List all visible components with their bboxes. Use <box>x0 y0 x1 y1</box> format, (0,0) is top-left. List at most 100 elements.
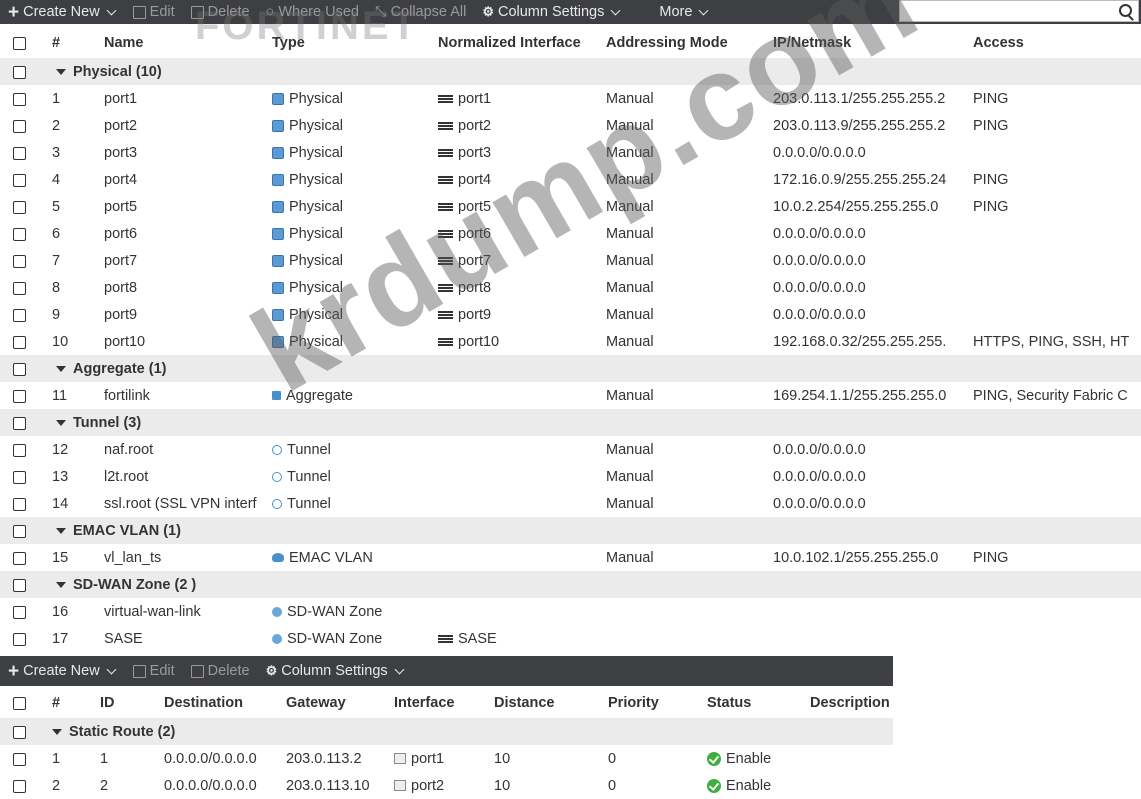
caret-down-icon[interactable] <box>56 68 66 75</box>
ip-netmask-text: 0.0.0.0/0.0.0.0 <box>773 468 866 485</box>
row-checkbox[interactable] <box>13 470 26 484</box>
column-settings-button[interactable]: ⚙ Column Settings <box>474 0 629 24</box>
table-row[interactable]: 14 ssl.root (SSL VPN interf Tunnel Manual 0.… <box>0 490 1141 517</box>
normalized-interface-text: port9 <box>458 306 492 323</box>
interfaces-toolbar: + Create New Edit Delete ○ Where Used ⤡ … <box>0 0 1141 24</box>
row-checkbox[interactable] <box>13 37 26 50</box>
ip-netmask: 192.168.0.32/255.255.255. <box>773 328 973 355</box>
static-routes-table: # ID Destination Gateway Interface Distance Pr… <box>0 688 893 799</box>
collapse-all-button[interactable]: ⤡ Collapse All <box>367 0 474 24</box>
row-checkbox[interactable] <box>13 362 26 376</box>
route-id: 1 <box>100 745 160 772</box>
caret-down-icon[interactable] <box>52 728 62 735</box>
addressing-mode: Manual <box>606 463 771 490</box>
table-row[interactable]: 5 port5 Physical port5 Manual 10.0.2.254/255.… <box>0 193 1141 220</box>
table-row[interactable]: 10 port10 Physical port10 Manual 192.168.0.32… <box>0 328 1141 355</box>
physical-icon <box>272 173 284 186</box>
row-checkbox[interactable] <box>13 779 26 793</box>
row-checkbox[interactable] <box>13 725 26 739</box>
row-checkbox[interactable] <box>13 578 26 592</box>
row-checkbox[interactable] <box>13 227 26 241</box>
interface-type-text: SD-WAN Zone <box>287 603 383 620</box>
search-input[interactable] <box>899 0 1139 22</box>
group-header[interactable]: Static Route (2) <box>0 718 893 745</box>
table-row[interactable]: 3 port3 Physical port3 Manual 0.0.0.0/0.0.0.0 <box>0 139 1141 166</box>
row-checkbox[interactable] <box>13 497 26 511</box>
row-number-text: 5 <box>52 198 61 215</box>
access: PING <box>973 166 1141 193</box>
row-checkbox[interactable] <box>13 173 26 187</box>
interface-type: Physical <box>272 328 437 355</box>
delete-button[interactable]: Delete <box>183 0 258 24</box>
row-checkbox[interactable] <box>13 65 26 79</box>
column-header: ID <box>100 688 160 718</box>
row-checkbox[interactable] <box>13 119 26 133</box>
table-row[interactable]: 16 virtual-wan-link SD-WAN Zone <box>0 598 1141 625</box>
route-column-settings-button[interactable]: ⚙ Column Settings <box>258 659 413 683</box>
addressing-mode: Manual <box>606 301 771 328</box>
port-icon <box>438 634 453 644</box>
route-create-new-button[interactable]: + Create New <box>0 659 125 683</box>
row-checkbox[interactable] <box>13 146 26 160</box>
plus-icon: + <box>8 660 20 682</box>
table-row[interactable]: 4 port4 Physical port4 Manual 172.16.0.9/255.… <box>0 166 1141 193</box>
caret-down-icon[interactable] <box>56 419 66 426</box>
addressing-mode-text: Manual <box>606 441 654 458</box>
route-edit-button[interactable]: Edit <box>125 659 183 683</box>
caret-down-icon[interactable] <box>56 527 66 534</box>
row-checkbox[interactable] <box>13 308 26 322</box>
row-checkbox[interactable] <box>13 551 26 565</box>
table-row[interactable]: 7 port7 Physical port7 Manual 0.0.0.0/0.0.0.0 <box>0 247 1141 274</box>
table-row[interactable]: 15 vl_lan_ts EMAC VLAN Manual 10.0.102.1/255… <box>0 544 1141 571</box>
route-distance: 10 <box>494 745 604 772</box>
row-checkbox[interactable] <box>13 92 26 106</box>
interface-type-text: Physical <box>289 90 343 107</box>
table-row[interactable]: 1 1 0.0.0.0/0.0.0.0 203.0.113.2 port1 10 0 Enab… <box>0 745 893 772</box>
row-checkbox[interactable] <box>13 416 26 430</box>
row-checkbox[interactable] <box>13 335 26 349</box>
table-row[interactable]: 1 port1 Physical port1 Manual 203.0.113.1/255… <box>0 85 1141 112</box>
group-header[interactable]: Tunnel (3) <box>0 409 1141 436</box>
table-row[interactable]: 17 SASE SD-WAN Zone SASE <box>0 625 1141 652</box>
caret-down-icon[interactable] <box>56 365 66 372</box>
group-header[interactable]: EMAC VLAN (1) <box>0 517 1141 544</box>
interface-type: EMAC VLAN <box>272 544 437 571</box>
interface-type: Physical <box>272 85 437 112</box>
table-row[interactable]: 2 2 0.0.0.0/0.0.0.0 203.0.113.10 port2 10 0 Ena… <box>0 772 893 799</box>
ip-netmask: 0.0.0.0/0.0.0.0 <box>773 247 973 274</box>
row-checkbox[interactable] <box>13 632 26 646</box>
normalized-interface: port7 <box>438 247 603 274</box>
create-new-button[interactable]: + Create New <box>0 0 125 24</box>
where-used-button[interactable]: ○ Where Used <box>258 0 367 24</box>
group-header[interactable]: Physical (10) <box>0 58 1141 85</box>
column-header: Priority <box>608 688 703 718</box>
interface-type: Physical <box>272 193 437 220</box>
route-gateway-text: 203.0.113.2 <box>286 750 362 767</box>
row-checkbox[interactable] <box>13 697 26 710</box>
row-checkbox[interactable] <box>13 752 26 766</box>
table-row[interactable]: 6 port6 Physical port6 Manual 0.0.0.0/0.0.0.0 <box>0 220 1141 247</box>
more-button[interactable]: More <box>651 0 717 24</box>
route-delete-button[interactable]: Delete <box>183 659 258 683</box>
table-row[interactable]: 9 port9 Physical port9 Manual 0.0.0.0/0.0.0.0 <box>0 301 1141 328</box>
table-row[interactable]: 8 port8 Physical port8 Manual 0.0.0.0/0.0.0.0 <box>0 274 1141 301</box>
row-checkbox[interactable] <box>13 200 26 214</box>
caret-down-icon[interactable] <box>56 581 66 588</box>
group-header[interactable]: SD-WAN Zone (2 ) <box>0 571 1141 598</box>
row-checkbox[interactable] <box>13 254 26 268</box>
route-priority: 0 <box>608 745 703 772</box>
row-checkbox[interactable] <box>13 281 26 295</box>
table-row[interactable]: 11 fortilink Aggregate Manual 169.254.1.1/25… <box>0 382 1141 409</box>
row-number: 6 <box>52 220 92 247</box>
ip-netmask-text: 0.0.0.0/0.0.0.0 <box>773 144 866 161</box>
table-row[interactable]: 2 port2 Physical port2 Manual 203.0.113.9/255… <box>0 112 1141 139</box>
row-checkbox[interactable] <box>13 389 26 403</box>
edit-button[interactable]: Edit <box>125 0 183 24</box>
table-row[interactable]: 13 l2t.root Tunnel Manual 0.0.0.0/0.0.0.0 <box>0 463 1141 490</box>
row-checkbox[interactable] <box>13 443 26 457</box>
group-header[interactable]: Aggregate (1) <box>0 355 1141 382</box>
table-row[interactable]: 12 naf.root Tunnel Manual 0.0.0.0/0.0.0.0 <box>0 436 1141 463</box>
row-checkbox[interactable] <box>13 524 26 538</box>
column-header: Addressing Mode <box>606 28 771 58</box>
row-checkbox[interactable] <box>13 605 26 619</box>
